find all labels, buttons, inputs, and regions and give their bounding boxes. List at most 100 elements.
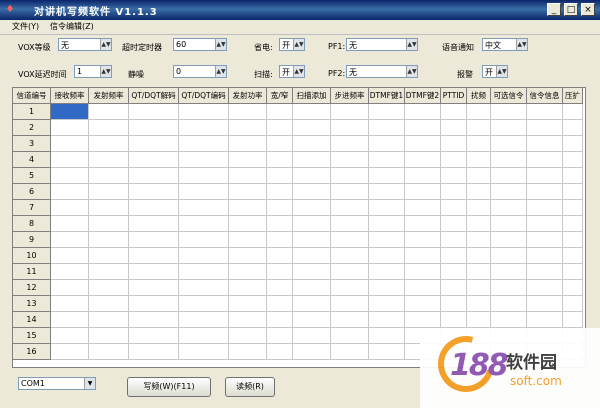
grid-cell[interactable] <box>267 312 293 328</box>
grid-cell[interactable] <box>467 296 491 312</box>
grid-cell[interactable] <box>229 328 267 344</box>
grid-cell[interactable] <box>441 280 467 296</box>
row-header[interactable]: 15 <box>13 328 51 344</box>
grid-cell[interactable] <box>51 200 89 216</box>
row-header[interactable]: 3 <box>13 136 51 152</box>
grid-cell[interactable] <box>405 168 441 184</box>
grid-cell[interactable] <box>51 136 89 152</box>
grid-cell[interactable] <box>293 280 331 296</box>
grid-cell[interactable] <box>527 184 563 200</box>
grid-cell[interactable] <box>563 264 583 280</box>
grid-cell[interactable] <box>331 184 369 200</box>
voice-select[interactable]: 中文 ▲▼ <box>482 38 528 51</box>
grid-cell[interactable] <box>51 152 89 168</box>
grid-cell[interactable] <box>527 216 563 232</box>
grid-cell[interactable] <box>369 152 405 168</box>
grid-cell[interactable] <box>267 104 293 120</box>
row-header[interactable]: 9 <box>13 232 51 248</box>
grid-cell[interactable] <box>369 120 405 136</box>
grid-cell[interactable] <box>293 264 331 280</box>
grid-cell[interactable] <box>179 296 229 312</box>
grid-cell[interactable] <box>267 168 293 184</box>
grid-cell[interactable] <box>369 232 405 248</box>
grid-cell[interactable] <box>331 104 369 120</box>
grid-cell[interactable] <box>491 296 527 312</box>
grid-cell[interactable] <box>467 120 491 136</box>
grid-cell[interactable] <box>331 328 369 344</box>
vox-delay-select[interactable]: 1 ▲▼ <box>74 65 112 78</box>
spin-icon[interactable]: ▲▼ <box>100 39 111 50</box>
grid-cell[interactable] <box>129 104 179 120</box>
grid-cell[interactable] <box>369 296 405 312</box>
grid-cell[interactable] <box>467 280 491 296</box>
com-port-select[interactable]: COM1 ▼ <box>18 377 96 390</box>
grid-cell[interactable] <box>51 216 89 232</box>
grid-cell[interactable] <box>491 312 527 328</box>
grid-cell[interactable] <box>467 168 491 184</box>
grid-cell[interactable] <box>179 280 229 296</box>
grid-cell[interactable] <box>267 232 293 248</box>
row-header[interactable]: 14 <box>13 312 51 328</box>
grid-cell[interactable] <box>563 296 583 312</box>
grid-cell[interactable] <box>491 232 527 248</box>
grid-cell[interactable] <box>563 152 583 168</box>
grid-cell[interactable] <box>441 296 467 312</box>
row-header[interactable]: 11 <box>13 264 51 280</box>
grid-cell[interactable] <box>563 168 583 184</box>
grid-cell[interactable] <box>467 184 491 200</box>
grid-cell[interactable] <box>267 344 293 360</box>
grid-cell[interactable] <box>491 200 527 216</box>
grid-cell[interactable] <box>331 296 369 312</box>
grid-cell[interactable] <box>405 200 441 216</box>
grid-cell[interactable] <box>441 120 467 136</box>
grid-cell[interactable] <box>89 328 129 344</box>
grid-cell[interactable] <box>229 264 267 280</box>
grid-cell[interactable] <box>229 312 267 328</box>
column-header[interactable]: 扰频 <box>467 88 491 104</box>
column-header[interactable]: 扫描添加 <box>293 88 331 104</box>
grid-cell[interactable] <box>129 248 179 264</box>
grid-cell[interactable] <box>51 328 89 344</box>
grid-cell[interactable] <box>331 264 369 280</box>
scan-select[interactable]: 开 ▲▼ <box>279 65 305 78</box>
grid-cell[interactable] <box>267 184 293 200</box>
spin-icon[interactable]: ▲▼ <box>293 66 304 77</box>
grid-cell[interactable] <box>267 328 293 344</box>
column-header[interactable]: 步进频率 <box>331 88 369 104</box>
grid-cell[interactable] <box>369 184 405 200</box>
grid-cell[interactable] <box>129 136 179 152</box>
grid-cell[interactable] <box>129 200 179 216</box>
grid-cell[interactable] <box>229 216 267 232</box>
grid-cell[interactable] <box>129 344 179 360</box>
grid-cell[interactable] <box>229 248 267 264</box>
row-header[interactable]: 5 <box>13 168 51 184</box>
grid-cell[interactable] <box>467 232 491 248</box>
grid-cell[interactable] <box>293 136 331 152</box>
grid-cell[interactable] <box>89 312 129 328</box>
grid-cell[interactable] <box>51 296 89 312</box>
menu-signal-edit[interactable]: 信令编辑(Z) <box>50 21 94 32</box>
grid-cell[interactable] <box>331 136 369 152</box>
chevron-down-icon[interactable]: ▼ <box>84 378 95 389</box>
grid-cell[interactable] <box>129 152 179 168</box>
grid-cell[interactable] <box>527 296 563 312</box>
grid-cell[interactable] <box>491 280 527 296</box>
grid-cell[interactable] <box>527 104 563 120</box>
grid-cell[interactable] <box>405 264 441 280</box>
column-header[interactable]: 压扩 <box>563 88 583 104</box>
grid-cell[interactable] <box>293 104 331 120</box>
grid-cell[interactable] <box>267 216 293 232</box>
grid-cell[interactable] <box>467 312 491 328</box>
grid-cell[interactable] <box>491 248 527 264</box>
grid-cell[interactable] <box>527 248 563 264</box>
grid-cell[interactable] <box>405 184 441 200</box>
grid-cell[interactable] <box>369 216 405 232</box>
maximize-button[interactable]: □ <box>564 3 578 16</box>
grid-cell[interactable] <box>267 120 293 136</box>
grid-cell[interactable] <box>405 296 441 312</box>
grid-cell[interactable] <box>89 184 129 200</box>
grid-cell[interactable] <box>441 104 467 120</box>
grid-cell[interactable] <box>267 200 293 216</box>
grid-cell[interactable] <box>267 152 293 168</box>
grid-cell[interactable] <box>179 136 229 152</box>
